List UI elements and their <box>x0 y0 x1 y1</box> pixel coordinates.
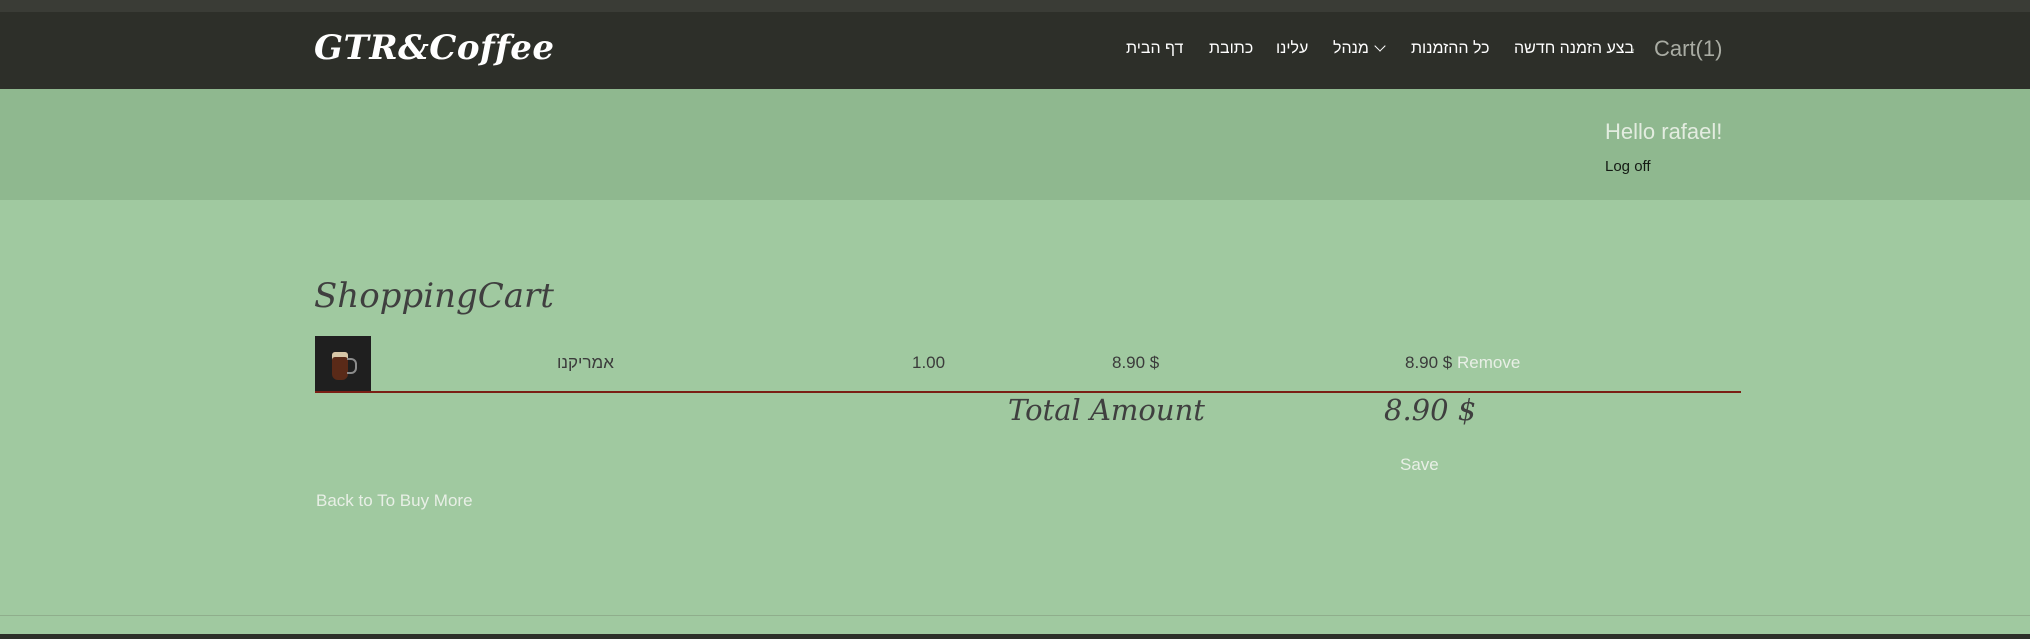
navbar: GTR&Coffee דף הבית כתובת עלינו מנהל כל ה… <box>0 12 2030 90</box>
top-strip <box>0 0 2030 12</box>
logoff-link[interactable]: Log off <box>1605 158 1651 175</box>
coffee-cup-icon <box>315 336 371 392</box>
total-amount-value: 8.90 $ <box>1384 393 1477 427</box>
nav-item-about[interactable]: עלינו <box>1276 40 1308 58</box>
cup-shape <box>332 352 348 380</box>
nav-item-all-orders[interactable]: כל ההזמנות <box>1411 40 1490 58</box>
cart-item-name: אמריקנו <box>557 353 614 372</box>
nav-item-admin-dropdown[interactable]: מנהל <box>1333 40 1386 58</box>
cart-link[interactable]: Cart(1) <box>1654 36 1722 62</box>
nav-item-new-order[interactable]: בצע הזמנה חדשה <box>1514 40 1634 58</box>
remove-item-link[interactable]: Remove <box>1457 353 1520 373</box>
user-greeting: Hello rafael! <box>1605 119 1723 144</box>
nav-item-admin-label: מנהל <box>1333 40 1369 57</box>
back-to-buy-more-link[interactable]: Back to To Buy More <box>316 491 473 511</box>
footer-bar <box>0 634 2030 639</box>
user-banner: Hello rafael! Log off <box>0 89 2030 200</box>
total-amount-label: Total Amount <box>1008 393 1205 427</box>
page-title: ShoppingCart <box>314 276 554 316</box>
brand-logo[interactable]: GTR&Coffee <box>314 28 555 68</box>
chevron-down-icon <box>1374 40 1386 52</box>
nav-item-address[interactable]: כתובת <box>1209 40 1253 58</box>
footer-divider <box>0 615 2030 616</box>
nav-item-home[interactable]: דף הבית <box>1126 40 1183 58</box>
cup-handle <box>347 358 357 374</box>
cart-item-unit-price: 8.90 $ <box>1112 353 1160 372</box>
cart-item-quantity: 1.00 <box>912 353 946 372</box>
save-button[interactable]: Save <box>1400 455 1439 475</box>
caret-icon: › <box>1631 44 1635 56</box>
cart-item-line-total: 8.90 $ <box>1405 353 1453 372</box>
